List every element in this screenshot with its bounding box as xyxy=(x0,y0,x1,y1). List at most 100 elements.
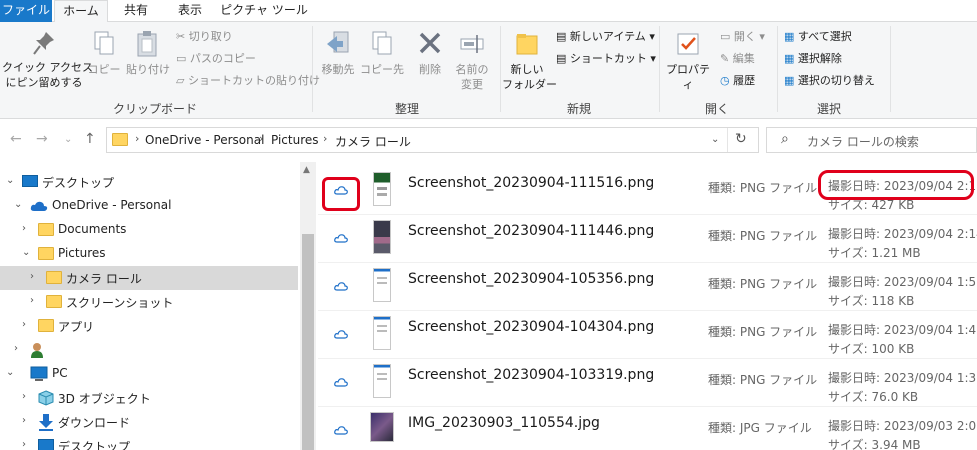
thumbnail-detail xyxy=(377,282,387,284)
expand-chevron-icon[interactable]: ⌄ xyxy=(22,247,30,258)
file-size: サイズ: 1.21 MB xyxy=(828,246,921,260)
scroll-up-icon[interactable]: ▲ xyxy=(303,165,310,175)
breadcrumb-camera-roll[interactable]: カメラ ロール xyxy=(335,133,411,150)
tree-item-pc[interactable]: ⌄ PC xyxy=(0,362,298,386)
file-row[interactable]: Screenshot_20230904-104304.png 種類: PNG フ… xyxy=(318,311,977,359)
folder-icon xyxy=(112,133,128,146)
new-item-button[interactable]: ▤ 新しいアイテム ▾ xyxy=(556,29,655,44)
tree-item-user[interactable]: › xyxy=(0,338,298,362)
scissors-icon: ✂ xyxy=(176,30,186,43)
properties-button[interactable]: プロパティ xyxy=(661,30,715,92)
tree-item-documents[interactable]: › Documents xyxy=(0,218,298,242)
select-group-label: 選択 xyxy=(816,102,841,116)
file-row[interactable]: Screenshot_20230904-103319.png 種類: PNG フ… xyxy=(318,359,977,407)
rename-button[interactable]: 名前の 変更 xyxy=(452,30,492,92)
tree-item-pictures[interactable]: ⌄ Pictures xyxy=(0,242,298,266)
tree-item-desktop[interactable]: ⌄ デスクトップ xyxy=(0,170,298,194)
folder-icon xyxy=(46,295,62,308)
copy-to-button[interactable]: コピー先 xyxy=(360,30,404,77)
expand-chevron-icon[interactable]: › xyxy=(22,391,26,402)
clipboard-icon xyxy=(137,31,157,57)
shortcut-label: ショートカット xyxy=(569,52,647,65)
organize-group-label: 整理 xyxy=(394,102,419,116)
breadcrumb-chevron-icon[interactable]: › xyxy=(259,132,263,145)
navigation-pane: ⌄ デスクトップ ⌄ OneDrive - Personal › Documen… xyxy=(0,162,316,450)
expand-chevron-icon[interactable]: ⌄ xyxy=(14,199,22,210)
file-row[interactable]: Screenshot_20230904-111446.png 種類: PNG フ… xyxy=(318,215,977,263)
expand-chevron-icon[interactable]: › xyxy=(14,343,18,354)
paste-button[interactable]: 貼り付け xyxy=(124,30,172,77)
search-box[interactable]: ⌕ カメラ ロールの検索 xyxy=(766,127,977,153)
thumbnail-detail xyxy=(377,325,387,327)
shortcut-icon: ▤ xyxy=(556,52,567,65)
expand-chevron-icon[interactable]: › xyxy=(30,295,34,306)
edit-button[interactable]: ✎ 編集 xyxy=(720,51,755,66)
shortcut-button[interactable]: ▤ ショートカット ▾ xyxy=(556,51,656,66)
file-date: 撮影日時: 2023/09/04 1:33 xyxy=(828,371,977,385)
file-row[interactable]: IMG_20230903_110554.jpg 種類: JPG ファイル 撮影日… xyxy=(318,407,977,450)
copy-icon xyxy=(94,31,114,55)
breadcrumb-pictures[interactable]: Pictures xyxy=(271,133,319,147)
address-dropdown-icon[interactable]: ⌄ xyxy=(711,134,719,145)
refresh-icon[interactable]: ↻ xyxy=(735,131,747,147)
tree-item-downloads[interactable]: › ダウンロード xyxy=(0,410,298,434)
invert-selection-button[interactable]: ▦ 選択の切り替え xyxy=(784,73,875,88)
back-arrow-icon[interactable]: ← xyxy=(10,131,22,147)
tree-item-apps[interactable]: › アプリ xyxy=(0,314,298,338)
copy-path-icon: ▭ xyxy=(176,52,187,65)
copy-button[interactable]: コピー xyxy=(86,30,122,77)
forward-arrow-icon[interactable]: → xyxy=(36,131,48,147)
select-all-button[interactable]: ▦ すべて選択 xyxy=(784,29,852,44)
copy-path-button[interactable]: ▭ パスのコピー xyxy=(176,51,256,66)
nav-pane-scrollbar[interactable]: ▲ xyxy=(300,162,316,450)
tree-label: デスクトップ xyxy=(58,440,131,450)
tab-home[interactable]: ホーム xyxy=(54,0,108,23)
highlight-cloud-status xyxy=(322,177,360,211)
expand-chevron-icon[interactable]: ⌄ xyxy=(6,175,14,186)
expand-chevron-icon[interactable]: › xyxy=(22,415,26,426)
open-icon: ▭ xyxy=(720,30,731,43)
file-name: IMG_20230903_110554.jpg xyxy=(408,415,600,431)
open-button[interactable]: ▭ 開く ▾ xyxy=(720,29,765,44)
pin-to-quick-access-button[interactable]: クイック アクセス にピン留めする xyxy=(2,30,93,90)
file-size: サイズ: 76.0 KB xyxy=(828,390,919,404)
paste-shortcut-button[interactable]: ▱ ショートカットの貼り付け xyxy=(176,73,320,88)
folder-icon xyxy=(46,271,62,284)
tree-label: OneDrive - Personal xyxy=(52,198,172,212)
desktop-icon xyxy=(38,439,54,450)
recent-locations-chevron-icon[interactable]: ⌄ xyxy=(64,134,72,145)
expand-chevron-icon[interactable]: ⌄ xyxy=(6,367,14,378)
tab-share[interactable]: 共有 xyxy=(110,0,162,22)
search-placeholder: カメラ ロールの検索 xyxy=(807,135,919,149)
expand-chevron-icon[interactable]: › xyxy=(22,223,26,234)
history-button[interactable]: ◷ 履歴 xyxy=(720,73,755,88)
new-folder-button[interactable]: 新しい フォルダー xyxy=(502,30,557,92)
delete-label: 削除 xyxy=(419,63,441,76)
tree-item-screenshots[interactable]: › スクリーンショット xyxy=(0,290,298,314)
tree-item-desktop-2[interactable]: › デスクトップ xyxy=(0,434,298,450)
expand-chevron-icon[interactable]: › xyxy=(22,439,26,450)
up-arrow-icon[interactable]: ↑ xyxy=(84,131,96,147)
tree-item-onedrive[interactable]: ⌄ OneDrive - Personal xyxy=(0,194,298,218)
file-date: 撮影日時: 2023/09/04 1:53 xyxy=(828,275,977,289)
address-bar[interactable]: › OneDrive - Personal › Pictures › カメラ ロ… xyxy=(106,127,759,153)
breadcrumb-chevron-icon[interactable]: › xyxy=(135,132,139,145)
file-row[interactable]: Screenshot_20230904-105356.png 種類: PNG フ… xyxy=(318,263,977,311)
ribbon: クイック アクセス にピン留めする コピー 貼り付け ✂ 切り取り ▭ パスのコ… xyxy=(0,22,977,119)
delete-button[interactable]: 削除 xyxy=(408,30,452,77)
breadcrumb-onedrive[interactable]: OneDrive - Personal xyxy=(145,133,264,147)
tab-view[interactable]: 表示 xyxy=(164,0,216,22)
desktop-icon xyxy=(22,175,38,187)
expand-chevron-icon[interactable]: › xyxy=(30,271,34,282)
tree-item-camera-roll[interactable]: › カメラ ロール xyxy=(0,266,298,290)
tree-item-3d-objects[interactable]: › 3D オブジェクト xyxy=(0,386,298,410)
move-to-button[interactable]: 移動先 xyxy=(316,30,360,77)
tab-file[interactable]: ファイル xyxy=(0,0,52,22)
expand-chevron-icon[interactable]: › xyxy=(22,319,26,330)
tab-picture-tools[interactable]: ピクチャ ツール xyxy=(218,0,310,22)
breadcrumb-chevron-icon[interactable]: › xyxy=(323,132,327,145)
cut-button[interactable]: ✂ 切り取り xyxy=(176,29,233,44)
select-none-button[interactable]: ▦ 選択解除 xyxy=(784,51,842,66)
scrollbar-thumb[interactable] xyxy=(302,234,314,450)
tree-label: 3D オブジェクト xyxy=(58,392,151,406)
